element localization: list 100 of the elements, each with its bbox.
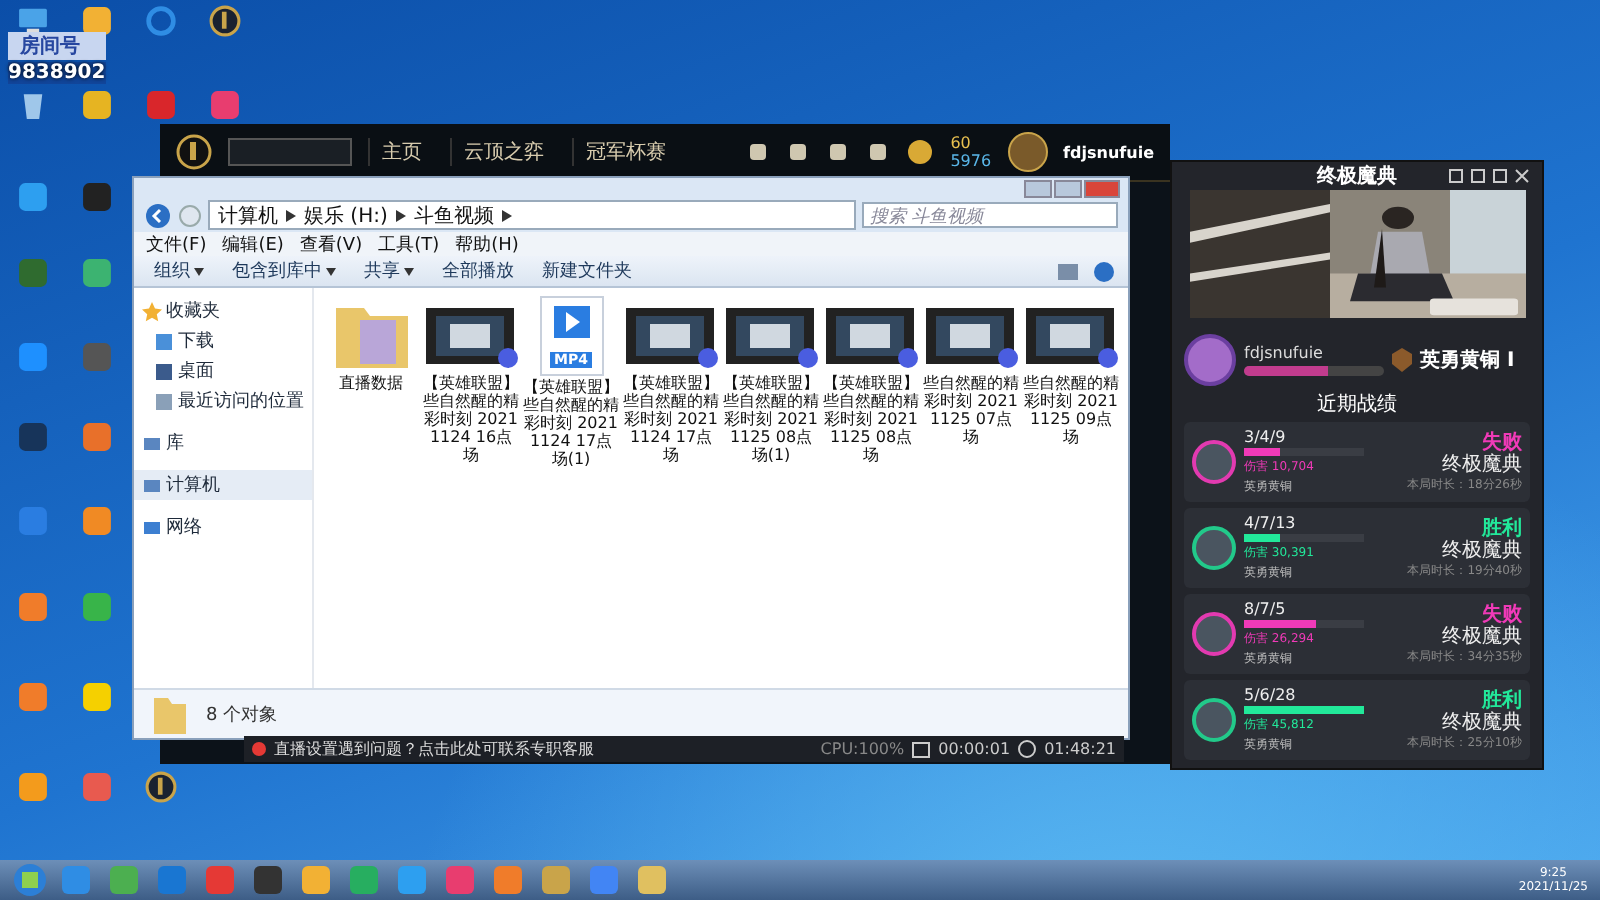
breadcrumb-item[interactable]: 娱乐 (H:) (304, 201, 388, 229)
taskbar-app-icon[interactable] (200, 862, 240, 898)
cpu-usage: CPU:100% (820, 740, 905, 758)
game-mode: 终极魔典 (1442, 453, 1522, 475)
desktop-icon (154, 361, 174, 381)
sidebar-item[interactable]: 网络 (134, 512, 312, 542)
breadcrumb-item[interactable]: 计算机 (218, 201, 278, 229)
toolbar-icon[interactable] (746, 140, 771, 164)
menu-item[interactable]: 编辑(E) (222, 231, 284, 257)
file-item[interactable]: 直播数据 (322, 296, 420, 392)
chevron-icon (395, 209, 406, 221)
file-item[interactable]: 【英雄联盟】些自然醒的精彩时刻 20211124 16点场 (422, 296, 520, 464)
avatar[interactable] (1007, 132, 1048, 172)
menu-item[interactable]: 文件(F) (146, 231, 207, 257)
sidebar-item[interactable]: 桌面 (134, 356, 312, 386)
maximize-button[interactable] (1054, 180, 1082, 198)
computer-icon (142, 475, 162, 495)
taskbar-app-icon[interactable] (488, 862, 528, 898)
close-icon[interactable] (1514, 168, 1530, 184)
breadcrumb-item[interactable]: 斗鱼视频 (413, 201, 494, 229)
toolbar-icon[interactable] (826, 140, 851, 164)
address-bar[interactable]: 计算机 娱乐 (H:) 斗鱼视频 (208, 200, 856, 230)
recording-time: 00:00:01 (938, 740, 1011, 758)
menu-item[interactable]: 帮助(H) (455, 231, 519, 257)
nav-tab[interactable]: 主页 (368, 138, 434, 166)
damage-bar (1244, 534, 1364, 542)
nav-tab[interactable]: 云顶之弈 (450, 138, 556, 166)
caret-icon (194, 267, 204, 275)
toolbar-button[interactable]: 新建文件夹 (534, 258, 640, 284)
taskbar-app-icon[interactable] (248, 862, 288, 898)
taskbar-app-icon[interactable] (104, 862, 144, 898)
view-icon[interactable] (1056, 259, 1080, 283)
caret-icon (404, 267, 414, 275)
sidebar-item[interactable]: 收藏夹 (134, 296, 312, 326)
library-icon (142, 433, 162, 453)
toolbar-icon[interactable] (786, 140, 811, 164)
section-title: 近期战绩 (1317, 391, 1397, 418)
sidebar-item[interactable]: 最近访问的位置 (134, 386, 312, 416)
recording-icon (912, 741, 931, 757)
taskbar-app-icon[interactable] (440, 862, 480, 898)
star-icon (142, 301, 162, 321)
damage-bar (1244, 620, 1364, 628)
minimize-button[interactable] (1024, 180, 1052, 198)
taskbar-app-icon[interactable] (152, 862, 192, 898)
kda-score: 3/4/9 (1244, 428, 1288, 446)
back-button[interactable] (144, 201, 172, 229)
help-icon[interactable] (1092, 259, 1116, 283)
toolbar-button[interactable]: 共享 (356, 258, 422, 284)
rank-label: 英勇黄铜 I (1420, 347, 1515, 374)
taskbar-app-icon[interactable] (632, 862, 672, 898)
forward-button[interactable] (178, 203, 202, 227)
taskbar-app-icon[interactable] (584, 862, 624, 898)
coin-icon (906, 138, 935, 166)
player-name: fdjsnufuie (1244, 344, 1325, 362)
desktop-shortcut-icon[interactable] (144, 770, 178, 804)
file-item[interactable]: 些自然醒的精彩时刻 20211125 07点场 (922, 296, 1020, 446)
kda-score: 4/7/13 (1244, 514, 1298, 532)
damage-bar (1244, 706, 1364, 714)
desktop-shortcut-icon[interactable] (80, 4, 114, 38)
desktop-shortcut-icon[interactable] (208, 4, 242, 38)
start-button[interactable] (12, 862, 48, 898)
file-item[interactable]: 【英雄联盟】些自然醒的精彩时刻 20211124 17点场 (622, 296, 720, 464)
search-field[interactable]: 搜索 斗鱼视频 (862, 202, 1118, 228)
currency-amount: 5976 (950, 152, 992, 170)
nav-tab[interactable]: 冠军杯赛 (572, 138, 678, 166)
caret-icon (326, 267, 336, 275)
sidebar-item[interactable]: 计算机 (134, 470, 312, 500)
game-mode: 终极魔典 (1442, 539, 1522, 561)
sidebar-item[interactable]: 库 (134, 428, 312, 458)
taskbar-app-icon[interactable] (392, 862, 432, 898)
file-item[interactable]: 【英雄联盟】些自然醒的精彩时刻 20211125 08点场 (822, 296, 920, 464)
file-item[interactable]: 些自然醒的精彩时刻 20211125 09点场 (1022, 296, 1120, 446)
sidebar-item[interactable]: 下载 (134, 326, 312, 356)
menu-item[interactable]: 工具(T) (378, 231, 440, 257)
taskbar-app-icon[interactable] (344, 862, 384, 898)
close-button[interactable] (1084, 180, 1120, 198)
taskbar-app-icon[interactable] (296, 862, 336, 898)
search-field[interactable] (228, 138, 352, 166)
damage-bar (1244, 448, 1364, 456)
toolbar-button[interactable]: 包含到库中 (224, 258, 344, 284)
item-count: 8 个对象 (206, 703, 278, 727)
panel-title: 终极魔典 (1317, 162, 1397, 190)
network-icon (142, 517, 162, 537)
toolbar-icon[interactable] (866, 140, 891, 164)
toolbar-button[interactable]: 组织 (146, 258, 212, 284)
kda-score: 8/7/5 (1244, 600, 1288, 618)
toolbar-button[interactable]: 全部播放 (434, 258, 522, 284)
file-item[interactable]: 【英雄联盟】些自然醒的精彩时刻 20211125 08点场(1) (722, 296, 820, 464)
kda-score: 5/6/28 (1244, 686, 1298, 704)
help-link[interactable]: 直播设置遇到问题？点击此处可联系专职客服 (274, 738, 594, 760)
taskbar-app-icon[interactable] (536, 862, 576, 898)
desktop-shortcut-icon[interactable] (80, 680, 114, 714)
chevron-icon (286, 209, 296, 221)
desktop-shortcut-icon[interactable] (80, 88, 114, 122)
currency-amount: 60 (950, 134, 973, 152)
room-label: 房间号 (8, 32, 106, 60)
taskbar-app-icon[interactable] (56, 862, 96, 898)
menu-item[interactable]: 查看(V) (299, 231, 363, 257)
alert-dot-icon (252, 742, 266, 756)
recent-places-icon (154, 391, 174, 411)
